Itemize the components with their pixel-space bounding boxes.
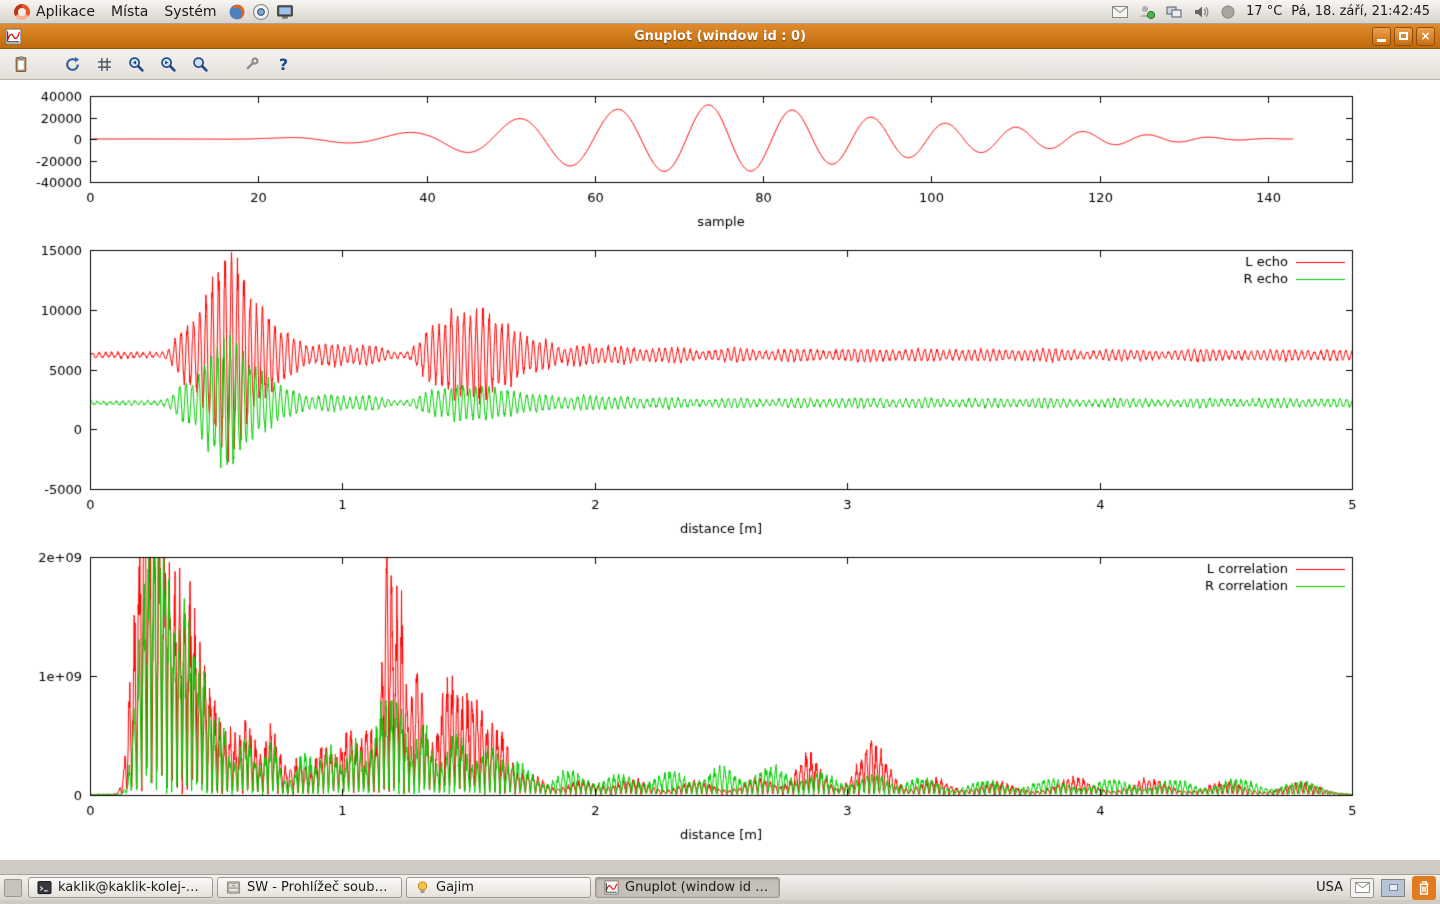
taskbar-right: USA <box>1316 876 1436 900</box>
task-label: kaklik@kaklik-kolej-u... <box>58 880 204 895</box>
terminal-icon <box>37 880 52 895</box>
weather-icon[interactable] <box>1219 3 1237 21</box>
minimize-button[interactable] <box>1372 27 1391 46</box>
gajim-icon <box>415 880 430 895</box>
toolbar: ? <box>0 49 1440 80</box>
clock[interactable]: Pá, 18. září, 21:42:45 <box>1291 4 1430 19</box>
grid-icon[interactable] <box>91 52 118 77</box>
menu-applications[interactable]: Aplikace <box>6 0 103 23</box>
gnuplot-window: Gnuplot (window id : 0) × <box>0 24 1440 860</box>
volume-icon[interactable] <box>1192 3 1210 21</box>
autoscale-icon[interactable] <box>187 52 214 77</box>
task-gajim[interactable]: Gajim <box>406 877 591 898</box>
ubuntu-logo-icon <box>14 4 30 20</box>
taskbar: kaklik@kaklik-kolej-u... SW - Prohlížeč … <box>0 874 1440 900</box>
close-button[interactable]: × <box>1416 27 1435 46</box>
window-selector-icon[interactable] <box>4 879 22 897</box>
copy-icon[interactable] <box>8 52 35 77</box>
window-title: Gnuplot (window id : 0) <box>0 29 1440 44</box>
gnuplot-icon <box>604 880 619 895</box>
task-file-manager[interactable]: SW - Prohlížeč souborů <box>217 877 402 898</box>
maximize-button[interactable] <box>1394 27 1413 46</box>
help-icon[interactable]: ? <box>270 52 297 77</box>
menu-system-label: Systém <box>164 4 216 20</box>
help-browser-icon[interactable] <box>249 0 273 23</box>
temperature-label[interactable]: 17 °C <box>1246 4 1282 19</box>
gnuplot-charts-canvas[interactable] <box>0 80 1440 860</box>
plot-area <box>0 80 1440 860</box>
file-manager-icon <box>226 880 241 895</box>
task-terminal[interactable]: kaklik@kaklik-kolej-u... <box>28 877 213 898</box>
zoom-next-icon[interactable] <box>155 52 182 77</box>
network-monitor-icon[interactable] <box>1165 3 1183 21</box>
titlebar[interactable]: Gnuplot (window id : 0) × <box>0 24 1440 49</box>
firefox-icon[interactable] <box>225 0 249 23</box>
trash-icon[interactable] <box>1412 876 1436 900</box>
zoom-previous-icon[interactable] <box>123 52 150 77</box>
menu-places[interactable]: Místa <box>103 0 156 23</box>
mail-icon[interactable] <box>1111 3 1129 21</box>
task-gnuplot[interactable]: Gnuplot (window id : 0) <box>595 877 780 898</box>
config-icon[interactable] <box>238 52 265 77</box>
mail-notification-icon[interactable] <box>1350 878 1374 898</box>
system-tray: 17 °C Pá, 18. září, 21:42:45 <box>1111 3 1434 21</box>
desktop: Aplikace Místa Systém <box>0 0 1440 900</box>
replot-icon[interactable] <box>59 52 86 77</box>
workspace-switcher[interactable] <box>1381 879 1405 897</box>
menu-system[interactable]: Systém <box>156 0 224 23</box>
gnuplot-window-icon <box>5 28 22 45</box>
keyboard-layout-indicator[interactable]: USA <box>1316 880 1343 895</box>
menu-applications-label: Aplikace <box>36 4 95 20</box>
task-label: Gnuplot (window id : 0) <box>625 880 771 895</box>
task-label: SW - Prohlížeč souborů <box>247 880 393 895</box>
screenshot-icon[interactable] <box>273 0 297 23</box>
window-buttons: × <box>1372 27 1435 46</box>
presence-icon[interactable] <box>1138 3 1156 21</box>
menu-places-label: Místa <box>111 4 148 20</box>
top-panel: Aplikace Místa Systém <box>0 0 1440 24</box>
task-label: Gajim <box>436 880 474 895</box>
